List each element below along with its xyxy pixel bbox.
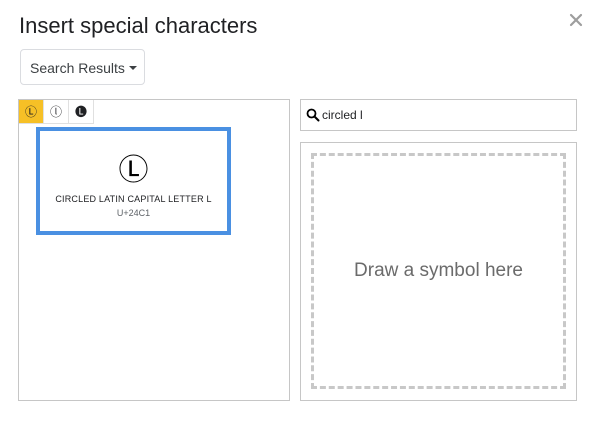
character-glyph: Ⓛ [118,153,149,188]
caret-down-icon [129,66,137,70]
recent-char-circled-small-l[interactable]: ⓛ [44,100,69,124]
search-box [300,99,577,131]
recent-char-circled-capital-l[interactable]: Ⓛ [19,100,44,124]
category-dropdown-label: Search Results [30,60,125,76]
character-result-card[interactable]: Ⓛ CIRCLED LATIN CAPITAL LETTER L U+24C1 [36,127,231,235]
insert-special-characters-dialog: Insert special characters Search Results… [0,0,598,422]
character-name: CIRCLED LATIN CAPITAL LETTER L [55,194,212,204]
recent-char-negative-circled-capital-l[interactable]: 🅛 [69,100,94,124]
recent-characters-strip: Ⓛ ⓛ 🅛 [19,100,94,124]
category-dropdown[interactable]: Search Results [20,49,145,85]
draw-panel: Draw a symbol here [300,142,577,401]
recent-char-glyph: 🅛 [74,104,87,119]
draw-hint-text: Draw a symbol here [354,260,523,281]
draw-symbol-area[interactable]: Draw a symbol here [311,153,566,389]
search-icon [306,108,320,122]
close-button[interactable] [566,10,586,30]
character-codepoint: U+24C1 [116,208,151,218]
search-input[interactable] [321,105,567,125]
results-panel: Ⓛ ⓛ 🅛 Ⓛ CIRCLED LATIN CAPITAL LETTER L U… [18,99,290,401]
dialog-title: Insert special characters [19,13,258,38]
recent-char-glyph: ⓛ [49,104,62,119]
close-icon [569,13,583,27]
recent-char-glyph: Ⓛ [24,104,37,119]
